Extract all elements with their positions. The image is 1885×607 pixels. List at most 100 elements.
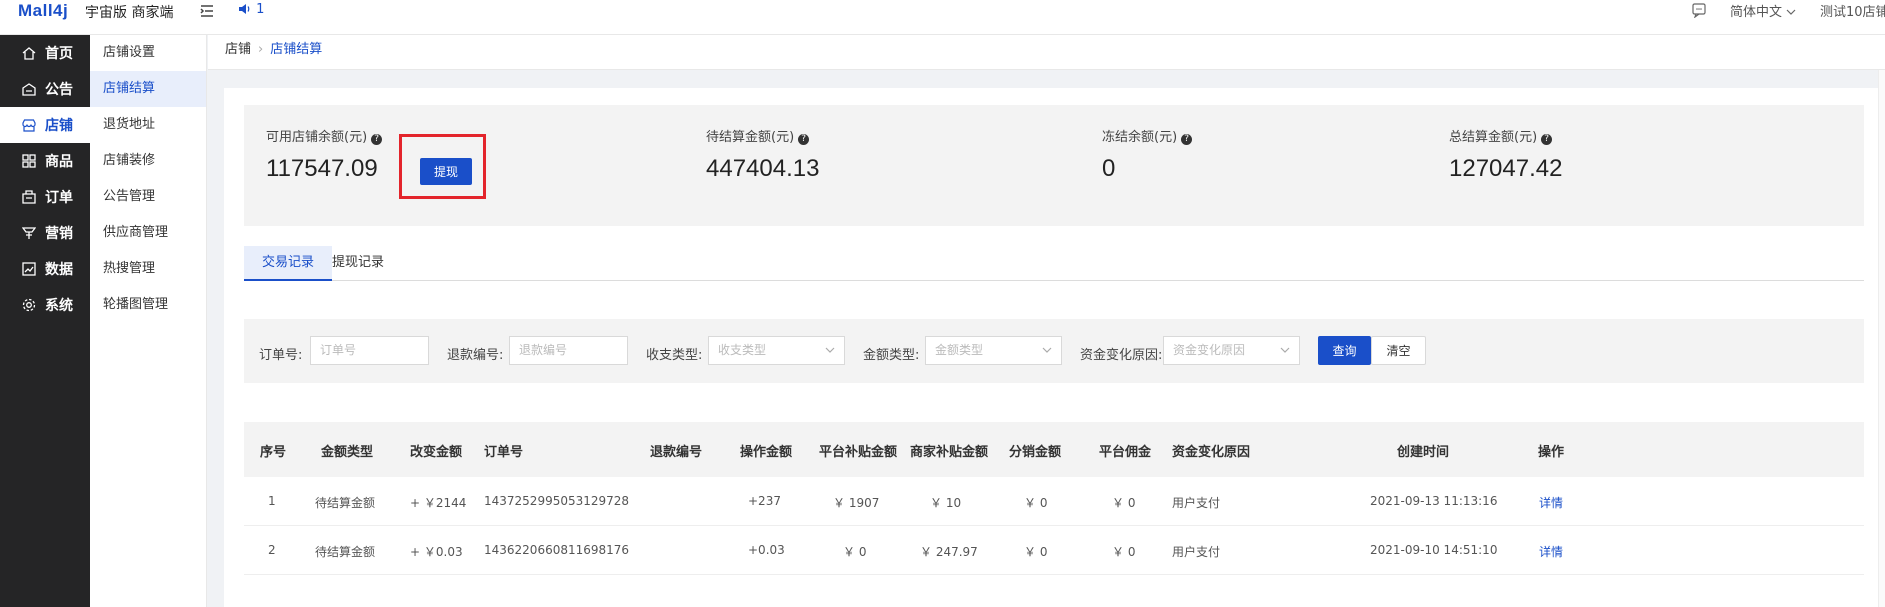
chevron-down-icon: [1042, 347, 1052, 353]
balance-summary: 可用店铺余额(元)? 117547.09 提现 待结算金额(元)? 447404…: [244, 105, 1864, 226]
logo: Mall4j: [18, 1, 69, 20]
cell-distribution-amount: ￥ 0: [1024, 496, 1048, 510]
submenu-item-return-address[interactable]: 退货地址: [90, 107, 206, 143]
home-icon: [22, 47, 36, 60]
io-type-label: 收支类型:: [646, 348, 703, 363]
speaker-icon: [239, 4, 250, 14]
col-created-time: 创建时间: [1397, 445, 1450, 460]
tab-withdraw-records[interactable]: 提现记录: [314, 246, 402, 281]
announcement-icon: [22, 83, 36, 96]
sidebar-item-label: 数据: [45, 262, 73, 278]
sidebar-item-data[interactable]: 数据: [0, 251, 90, 287]
chevron-down-icon: [825, 347, 835, 353]
cell-platform-commission: ￥ 0: [1112, 496, 1136, 510]
cell-platform-commission: ￥ 0: [1112, 545, 1136, 559]
clear-button[interactable]: 清空: [1371, 336, 1426, 365]
notice-indicator[interactable]: 1: [238, 2, 264, 17]
amount-type-select[interactable]: 金额类型: [925, 336, 1062, 365]
submenu-item-store-settings[interactable]: 店铺设置: [90, 35, 206, 71]
sidebar-item-product[interactable]: 商品: [0, 143, 90, 179]
sidebar-item-home[interactable]: 首页: [0, 35, 90, 71]
breadcrumb-separator-icon: ›: [258, 42, 264, 57]
sidebar-item-order[interactable]: 订单: [0, 179, 90, 215]
cell-distribution-amount: ￥ 0: [1024, 545, 1048, 559]
withdraw-button[interactable]: 提现: [420, 158, 472, 185]
language-select[interactable]: 简体中文: [1730, 1, 1796, 20]
help-icon[interactable]: ?: [1181, 134, 1193, 145]
user-menu[interactable]: 测试10店铺: [1820, 1, 1885, 20]
sidebar-item-label: 商品: [45, 154, 73, 170]
language-label: 简体中文: [1730, 5, 1783, 20]
help-icon[interactable]: ?: [1541, 134, 1553, 145]
refund-no-input[interactable]: 退款编号: [509, 336, 628, 365]
sidebar-item-label: 首页: [45, 46, 73, 62]
message-icon[interactable]: [1691, 2, 1707, 18]
amount-type-label: 金额类型:: [863, 348, 920, 363]
refund-no-label: 退款编号:: [447, 348, 504, 363]
submenu-item-store-decoration[interactable]: 店铺装修: [90, 143, 206, 179]
col-action: 操作: [1538, 445, 1565, 460]
vertical-scrollbar[interactable]: [1878, 70, 1885, 607]
cell-order-no: 1437252995053129728: [484, 494, 630, 508]
submenu-item-carousel[interactable]: 轮播图管理: [90, 287, 206, 323]
col-refund-no: 退款编号: [650, 445, 703, 460]
sidebar-item-announcement[interactable]: 公告: [0, 71, 90, 107]
col-index: 序号: [260, 445, 287, 460]
submenu: 店铺设置 店铺结算 退货地址 店铺装修 公告管理 供应商管理 热搜管理 轮播图管…: [90, 35, 207, 607]
breadcrumb-root[interactable]: 店铺: [225, 42, 251, 57]
order-icon: [22, 190, 36, 204]
io-type-placeholder: 收支类型: [718, 343, 767, 357]
notice-count: 1: [256, 2, 265, 17]
order-no-label: 订单号:: [259, 348, 303, 363]
table-row: 2 待结算金额 + ￥0.03 1436220660811698176 +0.0…: [244, 526, 1864, 575]
detail-link[interactable]: 详情: [1539, 494, 1563, 511]
record-tabs: 交易记录 提现记录: [244, 246, 1864, 281]
stat-label: 冻结余额(元): [1102, 130, 1178, 145]
marketing-icon: [22, 227, 36, 239]
submenu-item-notice-management[interactable]: 公告管理: [90, 179, 206, 215]
col-change-reason: 资金变化原因: [1172, 445, 1251, 460]
col-operation-amount: 操作金额: [740, 445, 793, 460]
cell-amount-type: 待结算金额: [315, 545, 376, 559]
query-button[interactable]: 查询: [1318, 336, 1371, 365]
col-distribution-amount: 分销金额: [1009, 445, 1062, 460]
settings-icon: [22, 298, 36, 312]
table-header: 序号 金额类型 改变金额 订单号 退款编号 操作金额 平台补贴金额 商家补贴金额…: [244, 422, 1864, 477]
stat-label: 总结算金额(元): [1449, 130, 1538, 145]
cell-created-time: 2021-09-10 14:51:10: [1370, 543, 1498, 557]
reason-select[interactable]: 资金变化原因: [1163, 336, 1300, 365]
sidebar-item-label: 系统: [45, 298, 73, 314]
io-type-select[interactable]: 收支类型: [708, 336, 845, 365]
brand-name: 宇宙版 商家端: [85, 5, 174, 21]
chevron-down-icon: [1280, 347, 1290, 353]
chevron-down-icon: [1786, 9, 1796, 15]
cell-change-reason: 用户支付: [1172, 545, 1221, 559]
cell-order-no: 1436220660811698176: [484, 543, 630, 557]
col-order-no: 订单号: [484, 445, 524, 460]
submenu-item-hot-search[interactable]: 热搜管理: [90, 251, 206, 287]
col-change-amount: 改变金额: [410, 445, 463, 460]
sidebar-item-marketing[interactable]: 营销: [0, 215, 90, 251]
menu-collapse-icon[interactable]: [198, 2, 216, 20]
sidebar: 首页 公告 店铺 商品 订单 营销 数据 系统: [0, 35, 90, 607]
store-icon: [22, 119, 36, 132]
sidebar-item-label: 订单: [45, 190, 73, 206]
col-platform-commission: 平台佣金: [1099, 445, 1152, 460]
detail-link[interactable]: 详情: [1539, 543, 1563, 560]
sidebar-item-label: 店铺: [45, 118, 73, 134]
stat-value: 447404.13: [706, 155, 820, 182]
product-icon: [22, 154, 36, 168]
sidebar-item-store[interactable]: 店铺: [0, 107, 90, 143]
stat-value: 0: [1102, 155, 1116, 182]
cell-change-amount: + ￥2144: [410, 496, 467, 510]
amount-type-placeholder: 金额类型: [935, 343, 984, 357]
help-icon[interactable]: ?: [371, 134, 383, 145]
sidebar-item-settings[interactable]: 系统: [0, 287, 90, 323]
reason-placeholder: 资金变化原因: [1173, 343, 1246, 357]
submenu-item-store-settlement[interactable]: 店铺结算: [90, 71, 206, 107]
order-no-input[interactable]: 订单号: [310, 336, 429, 365]
help-icon[interactable]: ?: [798, 134, 810, 145]
submenu-item-supplier-management[interactable]: 供应商管理: [90, 215, 206, 251]
sidebar-item-label: 营销: [45, 226, 73, 242]
cell-platform-subsidy: ￥ 0: [843, 545, 867, 559]
